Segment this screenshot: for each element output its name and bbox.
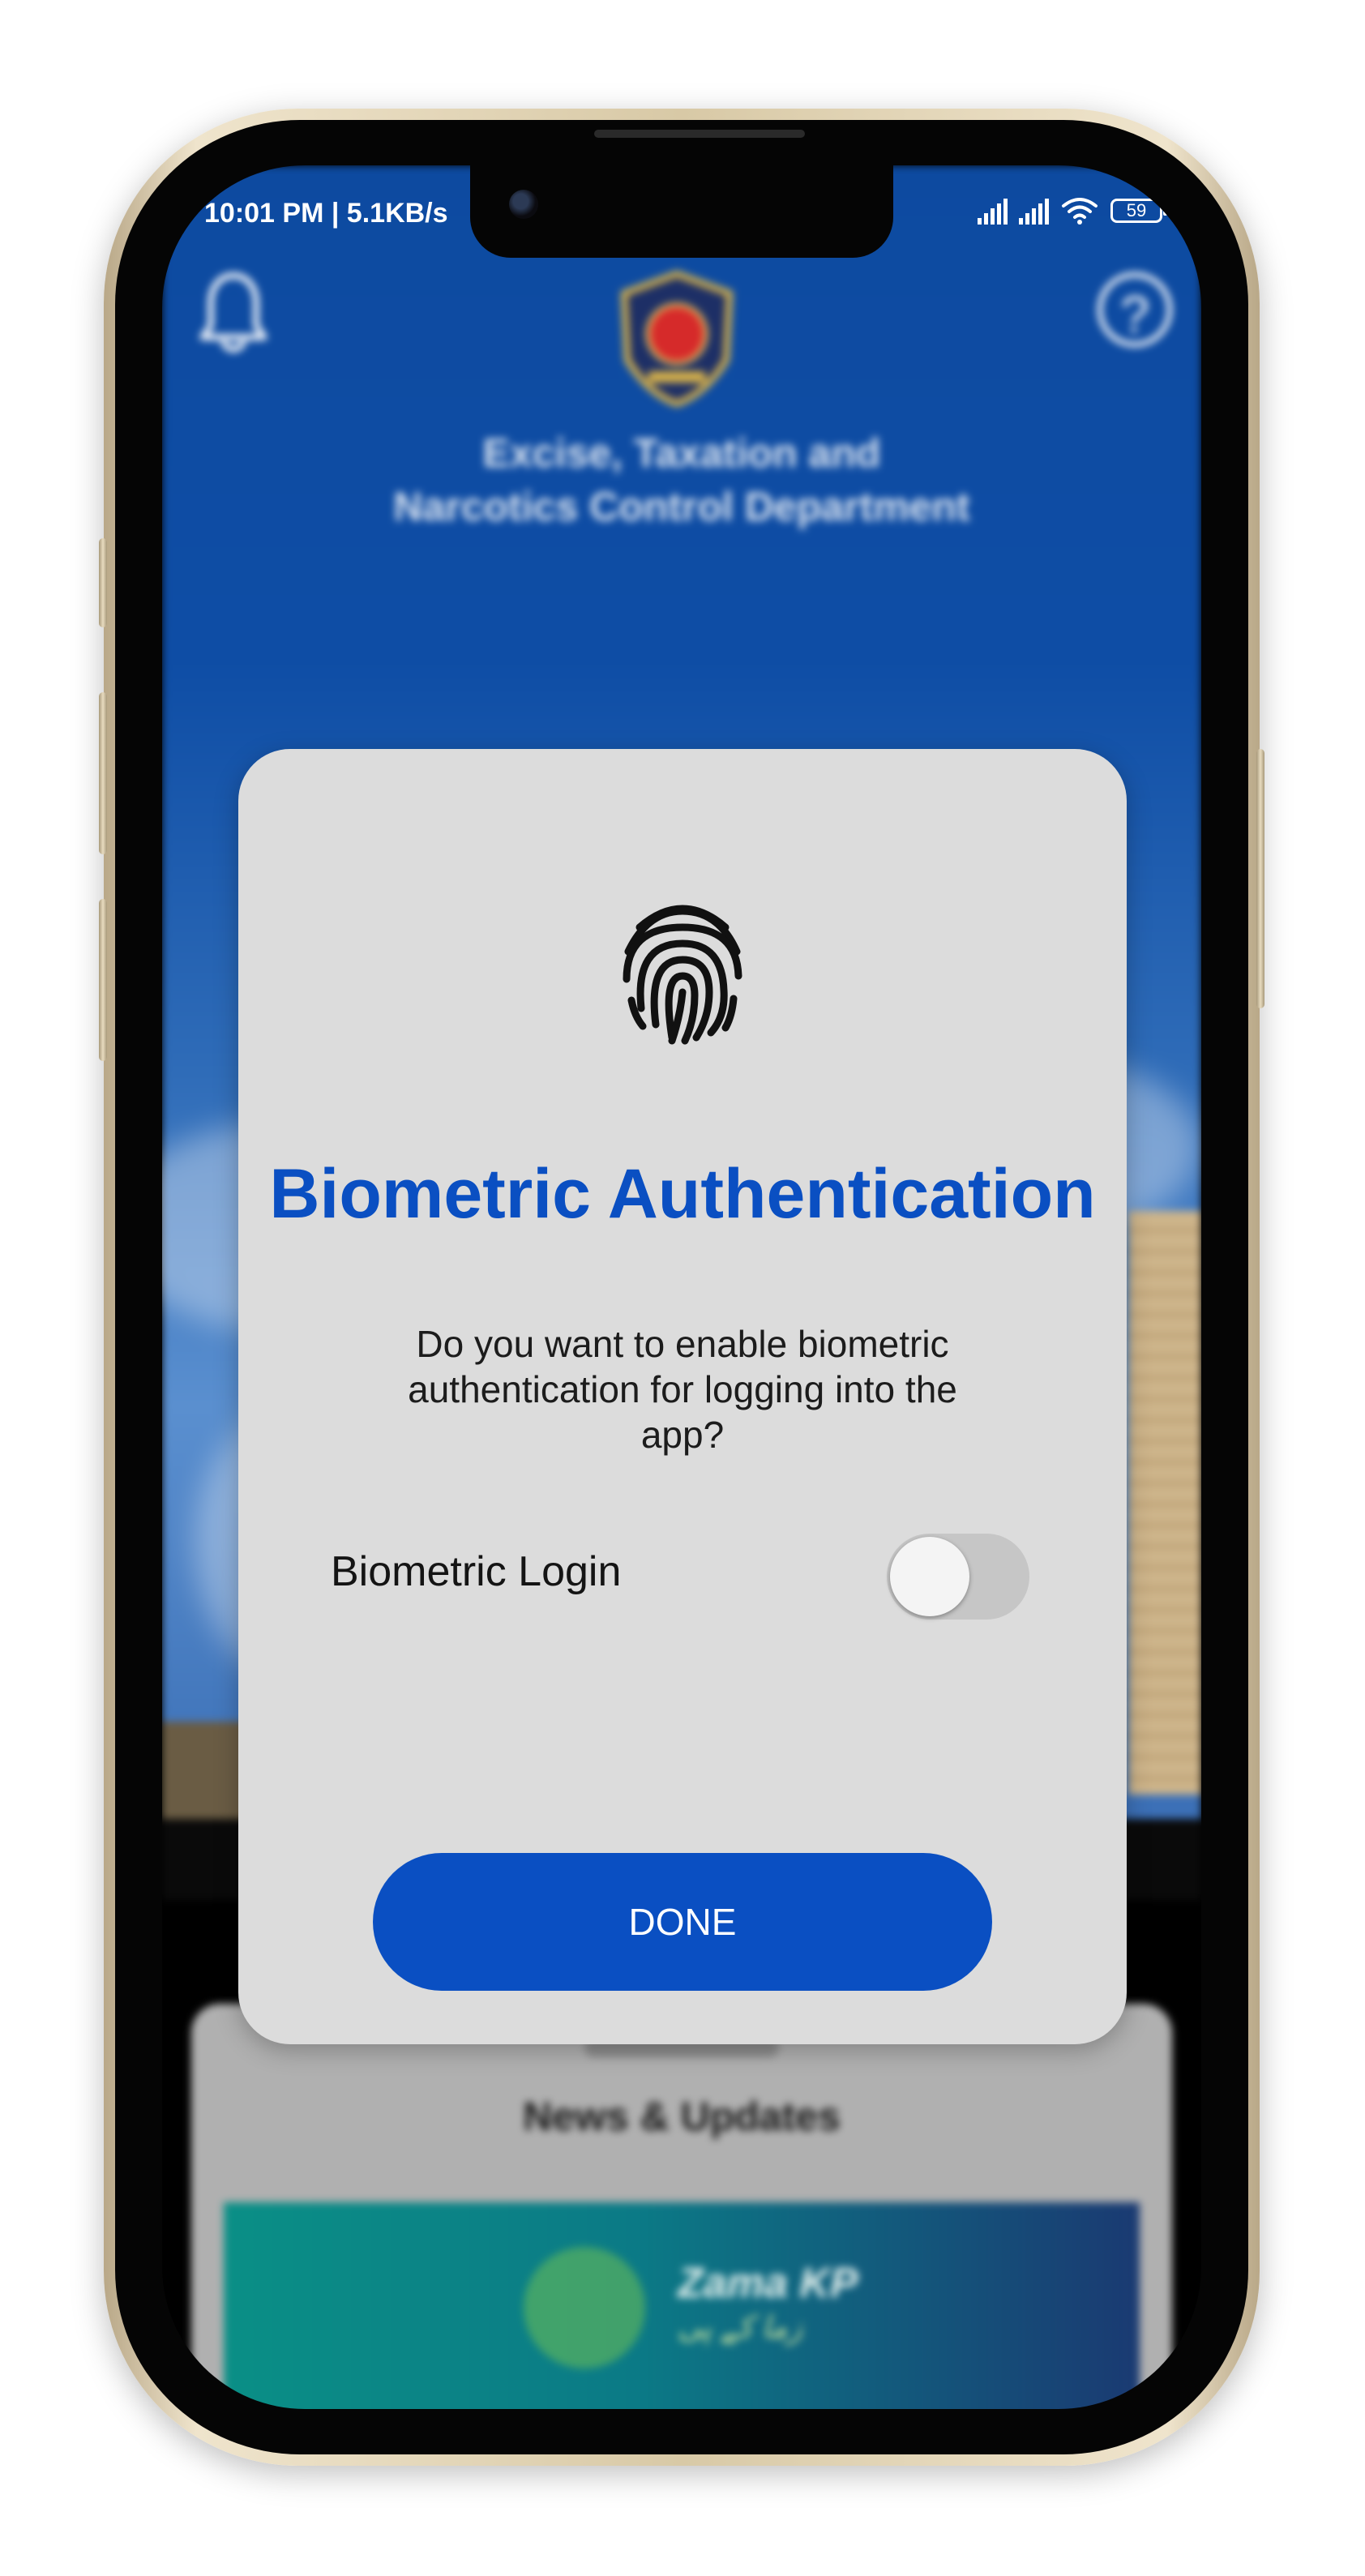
- biometric-login-label: Biometric Login: [331, 1548, 622, 1595]
- biometric-dialog: Biometric Authentication Do you want to …: [238, 749, 1127, 2044]
- help-icon[interactable]: ?: [1098, 272, 1172, 347]
- news-banner[interactable]: Zama KP زما کے پی: [224, 2202, 1140, 2409]
- fort-tower-image: [1128, 1211, 1201, 1795]
- power-button: [1256, 749, 1264, 1008]
- volume-down-button: [99, 899, 107, 1061]
- signal-icon: [1019, 197, 1049, 225]
- department-logo: [616, 270, 738, 408]
- department-title: Excise, Taxation and Narcotics Control D…: [393, 430, 970, 529]
- zama-kp-emblem-icon: [524, 2247, 645, 2368]
- banner-subtitle: زما کے پی: [678, 2311, 803, 2345]
- phone-frame: ? Excise, Taxation and Narcotics Control…: [99, 109, 1264, 2466]
- earpiece-speaker: [594, 130, 805, 138]
- news-bottom-sheet[interactable]: News & Updates Zama KP زما کے پی: [191, 2004, 1172, 2409]
- signal-icon: [978, 197, 1008, 225]
- done-button[interactable]: DONE: [373, 1853, 992, 1991]
- dialog-message: Do you want to enable biometric authenti…: [408, 1323, 957, 1456]
- camera-notch: [470, 165, 893, 258]
- volume-up-button: [99, 692, 107, 854]
- banner-title: Zama KP: [678, 2260, 858, 2307]
- dialog-title: Biometric Authentication: [269, 1155, 1096, 1233]
- status-time: 10:01 PM | 5.1KB/s: [204, 198, 448, 229]
- status-icons: 59: [978, 196, 1167, 225]
- news-section-title: News & Updates: [523, 2094, 841, 2139]
- front-camera-icon: [509, 190, 538, 219]
- wifi-icon: [1062, 198, 1098, 225]
- screen: ? Excise, Taxation and Narcotics Control…: [162, 165, 1201, 2409]
- bell-icon[interactable]: [195, 269, 272, 358]
- silent-switch: [99, 538, 107, 627]
- toggle-knob[interactable]: [890, 1537, 969, 1616]
- battery-icon: 59: [1110, 199, 1167, 223]
- fingerprint-icon: [615, 895, 750, 1046]
- biometric-login-toggle[interactable]: [887, 1534, 1029, 1620]
